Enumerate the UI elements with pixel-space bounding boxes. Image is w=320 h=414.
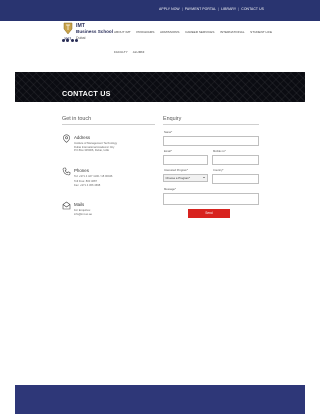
mails-block: Mails For Enquiries: info@imt.ac.ae <box>62 201 154 223</box>
nav-item-career-services[interactable]: CAREER SERVICES <box>185 30 214 34</box>
nav-item-student-life[interactable]: STUDENT LIFE <box>250 30 272 34</box>
message-label: Message* <box>164 188 176 191</box>
program-label: Interested Program* <box>164 169 189 172</box>
top-utility-bar: APPLY NOW | PAYMENT PORTAL | LIBRARY | C… <box>0 0 320 21</box>
library-link[interactable]: LIBRARY <box>219 7 238 11</box>
location-pin-icon <box>63 134 70 143</box>
crest-icon <box>63 22 73 35</box>
program-select-value: Choose a Program* <box>165 176 191 181</box>
country-input[interactable] <box>212 174 259 184</box>
phone-line: Tel: +971 4 427 1100 / 18 00046 <box>74 175 113 178</box>
email-link[interactable]: info@imt.ac.ae <box>74 213 92 216</box>
nav-item-programs[interactable]: PROGRAMS <box>136 30 154 34</box>
get-in-touch-heading: Get in touch <box>62 116 92 122</box>
program-select[interactable]: Choose a Program* <box>163 174 208 182</box>
phone-icon <box>62 167 71 176</box>
divider <box>163 124 259 125</box>
mobile-label: Mobile no* <box>213 150 226 153</box>
chevron-down-icon <box>203 177 205 179</box>
main-nav-row2: FACULTY ALUMNI <box>114 50 149 54</box>
email-input[interactable] <box>163 155 208 165</box>
logo-dots <box>62 39 78 42</box>
mails-heading: Mails <box>74 202 85 207</box>
email-label: Email* <box>164 150 172 153</box>
phones-block: Phones Tel: +971 4 427 1100 / 18 00046 T… <box>62 167 154 195</box>
phones-heading: Phones <box>74 168 89 173</box>
send-button[interactable]: Send <box>188 209 230 218</box>
phone-line: Fax: +971 4 366 4698 <box>74 184 101 187</box>
mobile-input[interactable] <box>212 155 259 165</box>
address-block: Address Institute of Management Technolo… <box>62 134 154 162</box>
address-heading: Address <box>74 135 91 140</box>
nav-item-admissions[interactable]: ADMISSIONS <box>160 30 179 34</box>
country-label: Country* <box>213 169 224 172</box>
message-textarea[interactable] <box>163 193 259 205</box>
hero-pattern <box>15 72 305 102</box>
hero-banner: CONTACT US <box>15 72 305 102</box>
mail-line: For Enquiries: <box>74 209 91 212</box>
nav-item-alumni[interactable]: ALUMNI <box>133 50 145 54</box>
apply-now-link[interactable]: APPLY NOW <box>157 7 182 11</box>
nav-item-about[interactable]: ABOUT IMT <box>114 30 131 34</box>
enquiry-heading: Enquiry <box>163 116 182 122</box>
address-line: P.O.Box 345006, Dubai, UAE <box>74 149 109 152</box>
payment-portal-link[interactable]: PAYMENT PORTAL <box>183 7 218 11</box>
contact-us-link[interactable]: CONTACT US <box>239 7 266 11</box>
logo-subtitle: Business School <box>76 29 114 34</box>
main-nav: ABOUT IMT PROGRAMS ADMISSIONS CAREER SER… <box>114 30 278 34</box>
envelope-icon <box>62 201 71 210</box>
utility-links: APPLY NOW | PAYMENT PORTAL | LIBRARY | C… <box>157 7 266 11</box>
nav-item-faculty[interactable]: FACULTY <box>114 50 128 54</box>
nav-item-international[interactable]: INTERNATIONAL <box>220 30 245 34</box>
name-input[interactable] <box>163 136 259 146</box>
name-label: Name* <box>164 131 173 134</box>
phone-line: Toll Free: 800 4687 <box>74 179 98 183</box>
footer <box>15 385 305 414</box>
page-title: CONTACT US <box>62 89 111 98</box>
divider <box>62 124 155 125</box>
